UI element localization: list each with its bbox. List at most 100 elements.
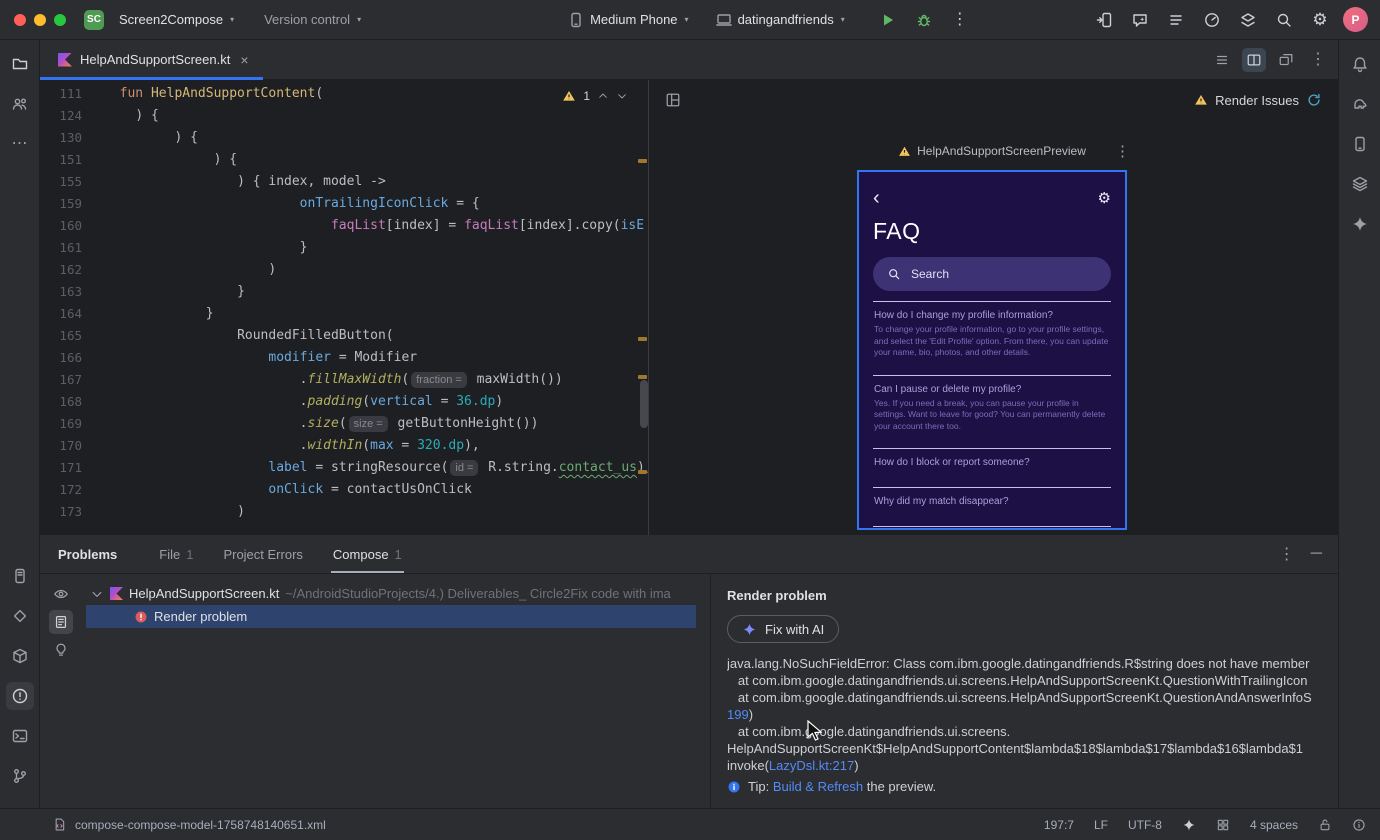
editor-tab-helpandsupportscreen[interactable]: HelpAndSupportScreen.kt × (40, 40, 263, 80)
debug-button[interactable] (911, 7, 937, 33)
code-line[interactable]: 169 .size(size = getButtonHeight()) (40, 413, 648, 435)
search-everywhere-button[interactable] (1271, 7, 1297, 33)
line-number[interactable]: 161 (48, 237, 82, 259)
code-line[interactable]: 164 } (40, 303, 648, 325)
problems-tool-button[interactable] (5, 682, 34, 710)
code-line[interactable]: 163 } (40, 281, 648, 303)
code-line[interactable]: 170 .widthIn(max = 320.dp), (40, 435, 648, 457)
line-number[interactable]: 155 (48, 171, 82, 193)
status-file-name[interactable]: compose-compose-model-1758748140651.xml (75, 818, 326, 832)
panel-tab-project-errors[interactable]: Project Errors (223, 535, 302, 573)
settings-button[interactable]: ⚙ (1307, 7, 1333, 33)
device-manager-tool-button[interactable] (1346, 130, 1374, 158)
version-control-tool-button[interactable] (6, 762, 34, 790)
chevron-up-icon[interactable] (597, 90, 609, 102)
fix-with-ai-button[interactable]: Fix with AI (727, 615, 840, 643)
file-encoding[interactable]: UTF-8 (1128, 818, 1162, 832)
code-line[interactable]: 124 ) { (40, 105, 648, 127)
todo-list-button[interactable] (1163, 7, 1189, 33)
code-line[interactable]: 166 modifier = Modifier (40, 347, 648, 369)
code-line[interactable]: 161 } (40, 237, 648, 259)
info-circle-icon[interactable] (1352, 818, 1366, 832)
project-menu[interactable]: Screen2Compose ▾ (111, 8, 242, 31)
build-tool-button[interactable] (6, 642, 34, 670)
run-config-selector[interactable]: datingandfriends ▾ (707, 7, 853, 33)
window-zoom-button[interactable] (54, 13, 66, 26)
project-tool-button[interactable] (6, 50, 34, 78)
grid-icon[interactable] (1216, 818, 1230, 832)
user-avatar[interactable]: P (1343, 7, 1368, 32)
code-line[interactable]: 151 ) { (40, 149, 648, 171)
split-preview-button[interactable] (1242, 47, 1266, 72)
chevron-down-icon[interactable] (90, 587, 104, 601)
inspection-widget[interactable]: 1 (556, 87, 634, 105)
pull-requests-tool-button[interactable] (6, 90, 34, 118)
ai-status-icon[interactable] (1182, 818, 1196, 832)
error-stripe-mark[interactable] (638, 470, 647, 474)
code-editor[interactable]: 111 fun HelpAndSupportContent(124 ) {130… (40, 80, 648, 535)
panel-minimize-button[interactable]: ─ (1311, 545, 1322, 563)
line-number[interactable]: 172 (48, 479, 82, 501)
stack-link[interactable]: LazyDsl.kt:217 (769, 758, 854, 773)
line-number[interactable]: 170 (48, 435, 82, 457)
line-number[interactable]: 159 (48, 193, 82, 215)
window-minimize-button[interactable] (34, 13, 46, 26)
app-insights-tool-button[interactable] (6, 602, 34, 630)
line-number[interactable]: 160 (48, 215, 82, 237)
code-line[interactable]: 162 ) (40, 259, 648, 281)
preview-problems-button[interactable] (49, 582, 73, 606)
panel-tab-file[interactable]: File 1 (159, 535, 193, 573)
line-separator[interactable]: LF (1094, 818, 1108, 832)
code-line[interactable]: 167 .fillMaxWidth(fraction = maxWidth()) (40, 369, 648, 391)
code-line[interactable]: 172 onClick = contactUsOnClick (40, 479, 648, 501)
open-in-editor-button[interactable] (49, 610, 73, 634)
layout-inspector-tool-button[interactable] (1346, 170, 1374, 198)
line-number[interactable]: 164 (48, 303, 82, 325)
code-line[interactable]: 160 faqList[index] = faqList[index].copy… (40, 215, 648, 237)
device-selector[interactable]: Medium Phone ▾ (559, 7, 696, 33)
line-number[interactable]: 124 (48, 105, 82, 127)
stack-link[interactable]: 199 (727, 707, 749, 722)
tree-error-row[interactable]: Render problem (86, 605, 696, 628)
render-issues-widget[interactable]: Render Issues (1194, 92, 1322, 108)
ai-chat-button[interactable] (1127, 7, 1153, 33)
line-number[interactable]: 171 (48, 457, 82, 479)
panel-more-button[interactable]: ⋮ (1279, 544, 1295, 564)
line-number[interactable]: 151 (48, 149, 82, 171)
code-line[interactable]: 159 onTrailingIconClick = { (40, 193, 648, 215)
editor-list-button[interactable] (1210, 48, 1234, 72)
line-number[interactable]: 165 (48, 325, 82, 347)
more-tools-button[interactable]: ⋯ (6, 130, 34, 158)
gemini-tool-button[interactable] (1346, 210, 1374, 238)
code-line[interactable]: 165 RoundedFilledButton( (40, 325, 648, 347)
line-number[interactable]: 111 (48, 83, 82, 105)
profiler-button[interactable] (1199, 7, 1225, 33)
phone-preview-frame[interactable]: ‹ ⚙ FAQ Search How do I change my profil… (857, 170, 1127, 530)
line-number[interactable]: 162 (48, 259, 82, 281)
tree-file-row[interactable]: HelpAndSupportScreen.kt ~/AndroidStudioP… (86, 582, 696, 605)
code-line[interactable]: 155 ) { index, model -> (40, 171, 648, 193)
vcs-menu[interactable]: Version control ▾ (256, 8, 369, 31)
line-number[interactable]: 169 (48, 413, 82, 435)
error-stripe-mark[interactable] (638, 159, 647, 163)
line-number[interactable]: 173 (48, 501, 82, 523)
line-number[interactable]: 130 (48, 127, 82, 149)
terminal-tool-button[interactable] (6, 722, 34, 750)
editor-more-button[interactable]: ⋮ (1306, 48, 1330, 72)
preview-layout-icon[interactable] (665, 92, 681, 108)
error-stripe-mark[interactable] (638, 375, 647, 379)
code-line[interactable]: 173 ) (40, 501, 648, 523)
device-explorer-tool-button[interactable] (6, 562, 34, 590)
device-mirror-button[interactable] (1091, 7, 1117, 33)
line-number[interactable]: 163 (48, 281, 82, 303)
indent-setting[interactable]: 4 spaces (1250, 818, 1298, 832)
run-button[interactable] (875, 7, 901, 33)
line-number[interactable]: 166 (48, 347, 82, 369)
code-line[interactable]: 168 .padding(vertical = 36.dp) (40, 391, 648, 413)
quick-fix-button[interactable] (49, 638, 73, 662)
gradle-tool-button[interactable] (1346, 90, 1374, 118)
window-close-button[interactable] (14, 13, 26, 26)
chevron-down-icon[interactable] (616, 90, 628, 102)
caret-position[interactable]: 197:7 (1044, 818, 1074, 832)
preview-more-button[interactable]: ⋮ (1115, 142, 1130, 160)
